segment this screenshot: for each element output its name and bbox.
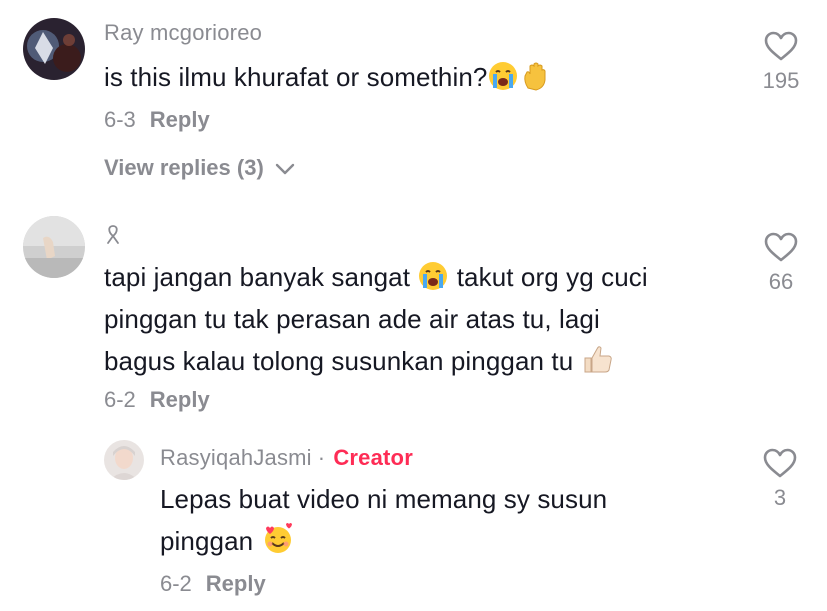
comment-date: 6-3 [104,107,136,132]
reply-text: Lepas buat video ni memang sy susun ping… [160,478,607,562]
comment-text-line3: bagus kalau tolong susunkan pinggan tu [104,346,574,376]
chevron-down-icon [275,163,295,175]
reply-text-line2: pinggan [160,526,254,556]
comment-text-line1: tapi jangan banyak sangat [104,262,411,292]
reply-line: pinggan [160,520,607,562]
like-count: 195 [762,68,800,93]
comment-username[interactable]: Ray mcgorioreo [104,20,262,46]
comment-line: pinggan tu tak perasan ade air atas tu, … [104,298,648,340]
reply-line: Lepas buat video ni memang sy susun [160,478,607,520]
avatar[interactable] [104,440,144,480]
avatar[interactable] [23,216,85,278]
like-button[interactable]: 195 [751,30,811,94]
reply-username-row: RasyiqahJasmi · Creator [160,445,413,471]
raised-hand-emoji [519,60,551,92]
comment-line: tapi jangan banyak sangat takut org yg c… [104,256,648,298]
view-replies-button[interactable]: View replies (3) [104,155,296,181]
like-button[interactable]: 66 [751,231,811,295]
loudly-crying-face-emoji [417,260,449,292]
comment-text: tapi jangan banyak sangat takut org yg c… [104,256,648,382]
heart-icon [764,31,798,61]
like-count: 66 [768,269,794,294]
thumbs-up-emoji [581,342,615,376]
separator-dot: · [317,445,326,470]
reply-date: 6-2 [160,571,192,596]
like-count: 3 [773,485,787,510]
comment-line: bagus kalau tolong susunkan pinggan tu [104,340,648,382]
comment-username-icon[interactable] [104,222,122,252]
heart-icon [764,232,798,262]
comment-text-content: is this ilmu khurafat or somethin? [104,62,488,92]
like-button[interactable]: 3 [750,447,810,511]
creator-badge: Creator [333,445,413,470]
view-replies-label[interactable]: View replies (3) [104,155,264,180]
reply-button[interactable]: Reply [150,387,210,412]
ribbon-icon [107,225,119,244]
comment-meta: 6-3 Reply [104,107,210,133]
comment-text: is this ilmu khurafat or somethin? [104,56,551,98]
avatar[interactable] [23,18,85,80]
comment-text-line1b: takut org yg cuci [456,262,648,292]
reply-meta: 6-2 Reply [160,571,266,597]
comment-text-line2: pinggan tu tak perasan ade air atas tu, … [104,304,600,334]
comment-date: 6-2 [104,387,136,412]
comment-meta: 6-2 Reply [104,387,210,413]
reply-username[interactable]: RasyiqahJasmi [160,445,312,470]
loudly-crying-face-emoji [487,60,519,92]
reply-text-line1: Lepas buat video ni memang sy susun [160,484,608,514]
smiling-face-with-hearts-emoji [261,522,295,556]
reply-button[interactable]: Reply [206,571,266,596]
heart-icon [763,448,797,478]
reply-button[interactable]: Reply [150,107,210,132]
